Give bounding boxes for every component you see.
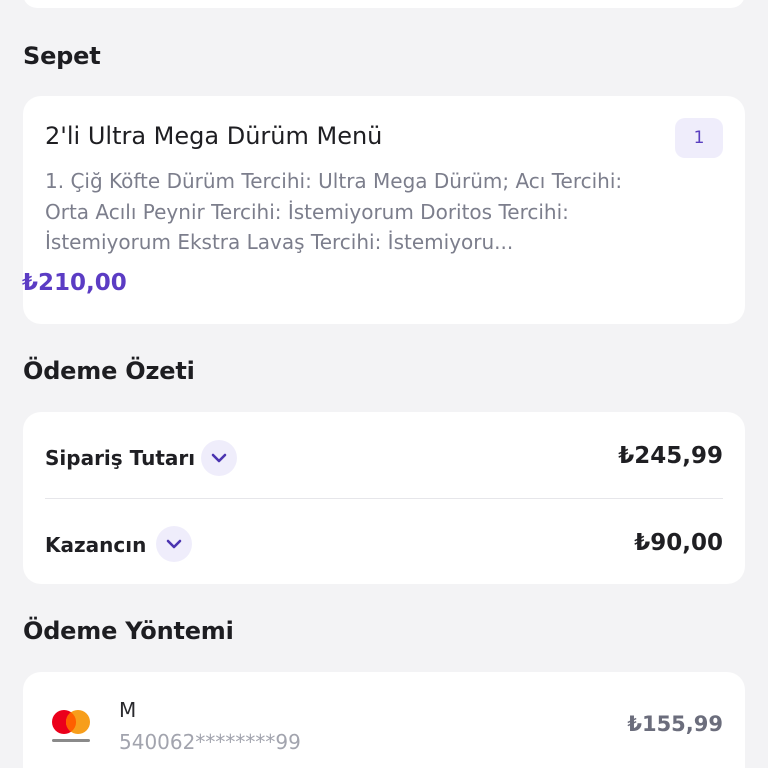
savings-expand-button[interactable]: [156, 526, 192, 562]
mastercard-icon: [52, 710, 90, 742]
product-description: 1. Çiğ Köfte Dürüm Tercihi: Ultra Mega D…: [45, 169, 623, 254]
payment-section-title: Ödeme Yöntemi: [23, 617, 234, 645]
previous-section-card: [23, 0, 745, 8]
summary-divider: [45, 498, 723, 499]
summary-section-title: Ödeme Özeti: [23, 357, 195, 385]
order-total-expand-button[interactable]: [201, 440, 237, 476]
payment-amount: ₺155,99: [627, 712, 723, 736]
order-total-value: ₺245,99: [618, 443, 723, 469]
masked-card-number: 540062********99: [119, 730, 301, 754]
cart-section-title: Sepet: [23, 42, 101, 70]
quantity-badge[interactable]: 1: [675, 118, 723, 158]
card-holder-name: M: [119, 698, 137, 722]
order-total-label: Sipariş Tutarı: [45, 446, 196, 470]
chevron-down-icon: [211, 453, 227, 463]
payment-method-card[interactable]: M 540062********99 ₺155,99: [23, 672, 745, 768]
savings-value: ₺90,00: [634, 530, 723, 556]
savings-label: Kazancın: [45, 533, 147, 557]
product-price: ₺210,00: [22, 270, 127, 296]
payment-summary-card: Sipariş Tutarı ₺245,99 Kazancın ₺90,00: [23, 412, 745, 584]
product-name: 2'li Ultra Mega Dürüm Menü: [45, 122, 383, 150]
chevron-down-icon: [166, 539, 182, 549]
cart-item-card[interactable]: 2'li Ultra Mega Dürüm Menü 1 1. Çiğ Köft…: [23, 96, 745, 324]
